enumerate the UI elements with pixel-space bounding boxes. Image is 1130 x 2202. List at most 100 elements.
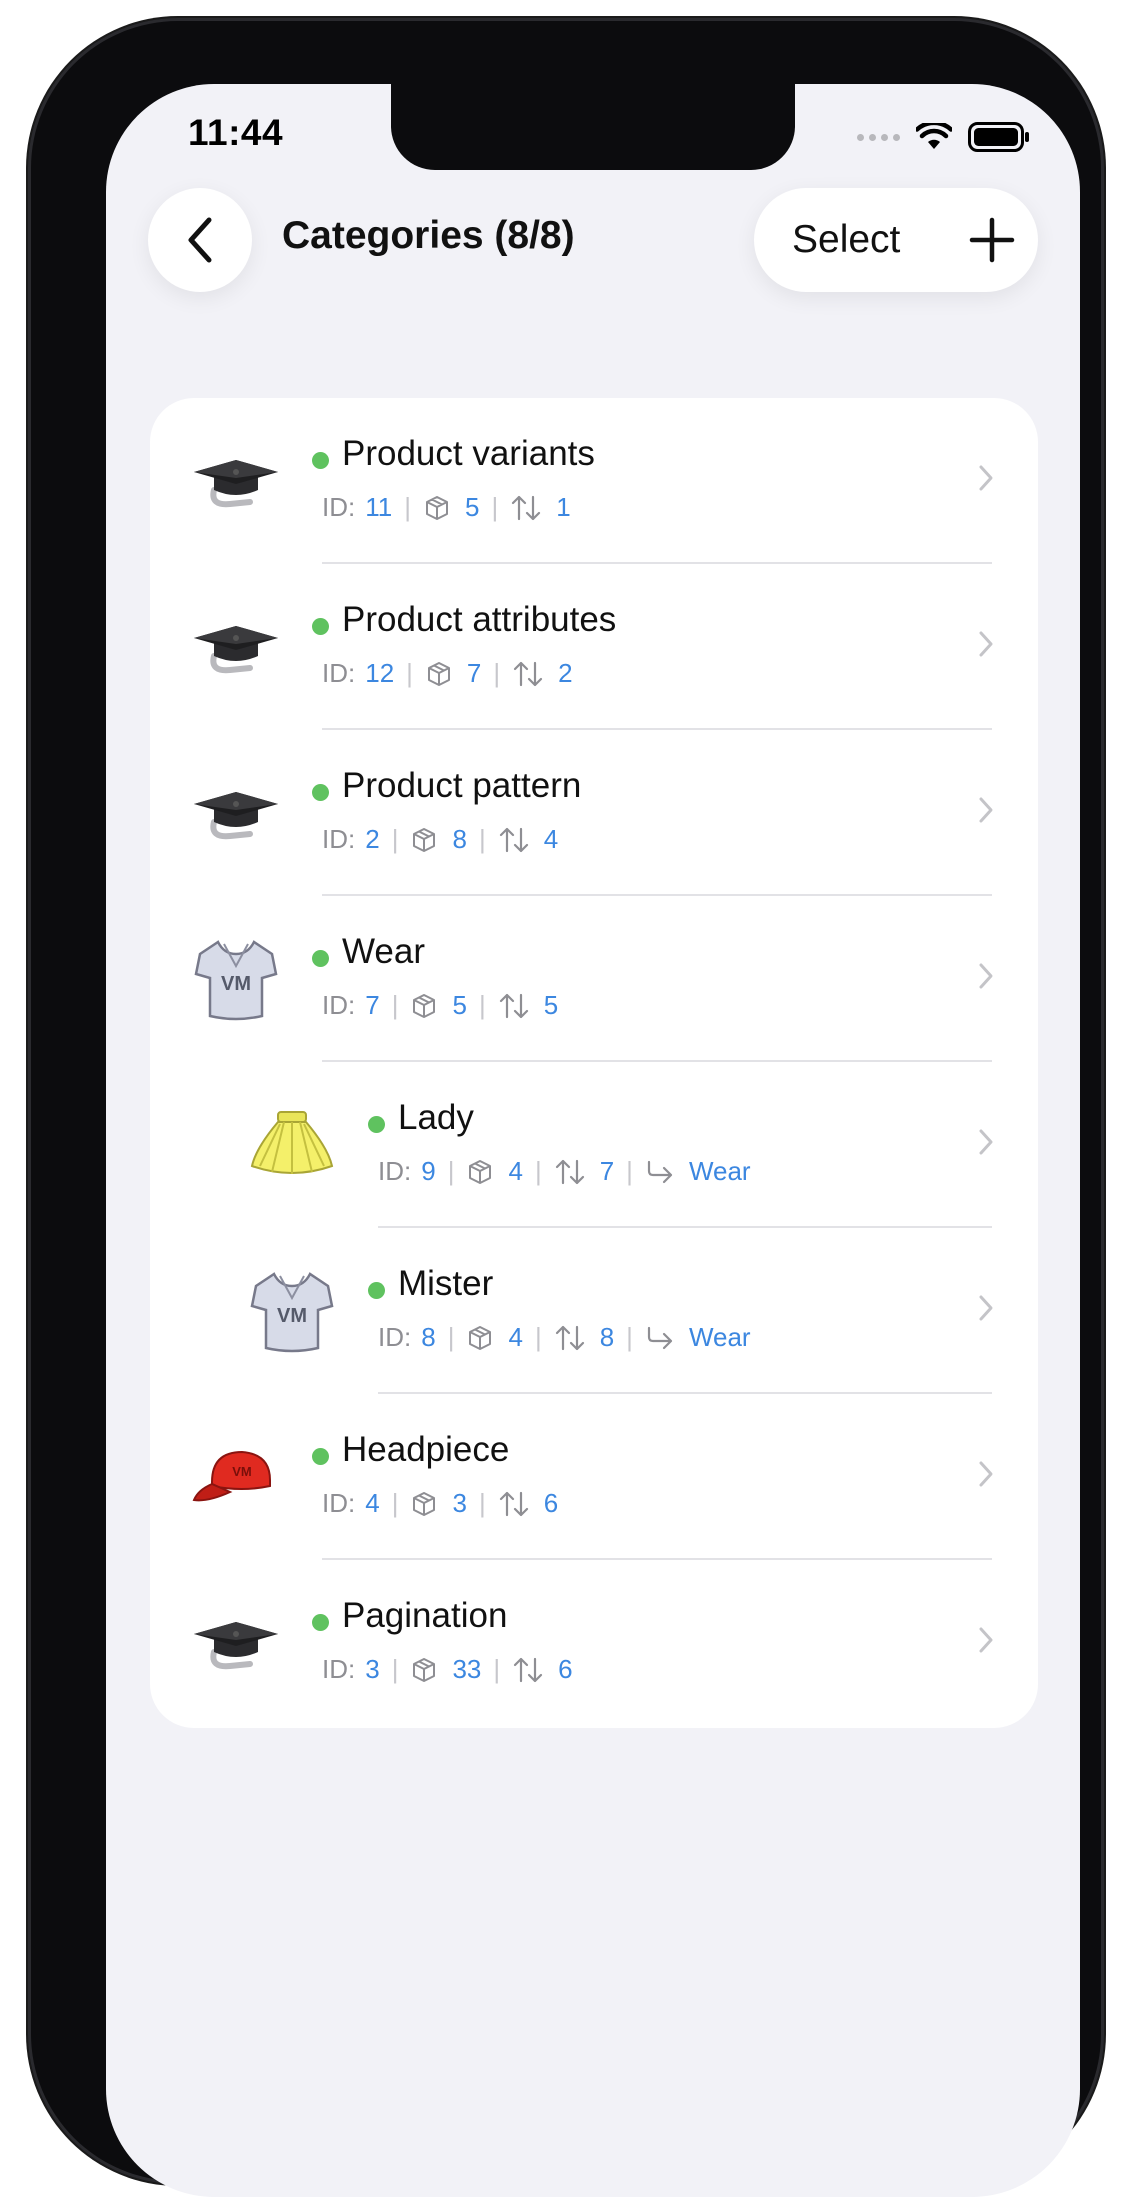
category-row[interactable]: VM Mister ID: 8 | 4 | 8 | Wear (150, 1228, 1038, 1394)
return-arrow-icon (645, 1159, 675, 1185)
category-row[interactable]: Lady ID: 9 | 4 | 7 | Wear (150, 1062, 1038, 1228)
battery-icon (968, 122, 1030, 152)
device-notch (391, 84, 795, 170)
id-label: ID: (378, 1156, 412, 1186)
box-icon (410, 1490, 438, 1518)
category-row[interactable]: Product variants ID: 11 | 5 | 1 (150, 398, 1038, 564)
category-row[interactable]: Product attributes ID: 12 | 7 | 2 (150, 564, 1038, 730)
box-icon (410, 1656, 438, 1684)
category-name: Product attributes (342, 600, 617, 639)
category-id: 3 (365, 1654, 380, 1684)
sort-arrows-icon (498, 1490, 530, 1518)
sort-arrows-icon (512, 1656, 544, 1684)
chevron-right-icon (978, 962, 994, 995)
category-meta: ID: 2 | 8 | 4 (322, 824, 559, 854)
chevron-right-icon (978, 464, 994, 497)
category-meta: ID: 7 | 5 | 5 (322, 990, 559, 1020)
box-icon (466, 1324, 494, 1352)
id-label: ID: (322, 990, 356, 1020)
id-label: ID: (322, 1654, 356, 1684)
category-id: 2 (365, 824, 380, 854)
category-meta: ID: 12 | 7 | 2 (322, 658, 573, 688)
sort-arrows-icon (554, 1158, 586, 1186)
tshirt-icon: VM (190, 932, 282, 1024)
category-id: 12 (365, 658, 395, 688)
category-id: 4 (365, 1488, 380, 1518)
return-arrow-icon (645, 1325, 675, 1351)
product-count: 4 (508, 1156, 523, 1186)
category-row[interactable]: VM Wear ID: 7 | 5 | 5 (150, 896, 1038, 1062)
parent-category: Wear (688, 1322, 751, 1352)
chevron-right-icon (978, 1626, 994, 1659)
skirt-icon (246, 1098, 338, 1190)
graduation-cap-icon (190, 600, 282, 692)
box-icon (410, 826, 438, 854)
device-frame: 11:44 Categories (8/8) Select Product va… (28, 18, 1104, 2197)
status-dot (312, 618, 329, 635)
product-count: 33 (452, 1654, 482, 1684)
sort-arrows-icon (498, 992, 530, 1020)
product-count: 4 (508, 1322, 523, 1352)
category-id: 8 (421, 1322, 436, 1352)
status-dot (312, 1448, 329, 1465)
product-count: 7 (466, 658, 482, 688)
id-label: ID: (378, 1322, 412, 1352)
svg-text:VM: VM (232, 1464, 252, 1479)
page-title: Categories (8/8) (282, 214, 575, 257)
sort-order: 6 (543, 1488, 559, 1518)
back-button[interactable] (148, 188, 252, 292)
status-dot (312, 950, 329, 967)
chevron-right-icon (978, 1128, 994, 1161)
sort-order: 4 (543, 824, 559, 854)
sort-order: 2 (558, 658, 573, 688)
select-button[interactable]: Select (792, 218, 900, 262)
chevron-right-icon (978, 1294, 994, 1327)
category-row[interactable]: Product pattern ID: 2 | 8 | 4 (150, 730, 1038, 896)
sort-order: 7 (599, 1156, 615, 1186)
category-row[interactable]: Pagination ID: 3 | 33 | 6 (150, 1560, 1038, 1726)
sort-arrows-icon (554, 1324, 586, 1352)
product-count: 8 (452, 824, 467, 854)
category-name: Mister (398, 1264, 494, 1303)
category-name: Product variants (342, 434, 595, 473)
category-id: 9 (421, 1156, 436, 1186)
chevron-left-icon (188, 217, 212, 263)
category-name: Lady (398, 1098, 474, 1137)
id-label: ID: (322, 824, 356, 854)
app-screen: 11:44 Categories (8/8) Select Product va… (106, 84, 1080, 2197)
chevron-right-icon (978, 1460, 994, 1493)
product-count: 5 (465, 492, 480, 522)
category-row[interactable]: VM Headpiece ID: 4 | 3 | 6 (150, 1394, 1038, 1560)
add-category-button[interactable] (966, 214, 1018, 271)
tshirt-icon: VM (246, 1264, 338, 1356)
sort-arrows-icon (510, 494, 542, 522)
id-label: ID: (322, 658, 356, 688)
graduation-cap-icon (190, 766, 282, 858)
sort-order: 8 (599, 1322, 615, 1352)
nav-actions: Select (754, 188, 1038, 292)
status-dot (312, 452, 329, 469)
plus-icon (969, 217, 1015, 263)
category-meta: ID: 9 | 4 | 7 | Wear (378, 1156, 751, 1186)
category-name: Product pattern (342, 766, 582, 805)
status-time: 11:44 (188, 112, 284, 153)
svg-text:VM: VM (221, 973, 251, 995)
category-id: 7 (365, 990, 380, 1020)
chevron-right-icon (978, 796, 994, 829)
status-dot (368, 1282, 385, 1299)
sort-order: 6 (558, 1654, 573, 1684)
graduation-cap-icon (190, 434, 282, 526)
wifi-icon (916, 123, 952, 151)
box-icon (466, 1158, 494, 1186)
categories-list: Product variants ID: 11 | 5 | 1 Product attribu… (150, 398, 1038, 1728)
status-dot (368, 1116, 385, 1133)
graduation-cap-icon (190, 1596, 282, 1688)
chevron-right-icon (978, 630, 994, 663)
box-icon (425, 660, 453, 688)
status-dot (312, 1614, 329, 1631)
parent-category: Wear (688, 1156, 751, 1186)
product-count: 5 (452, 990, 467, 1020)
status-dot (312, 784, 329, 801)
category-name: Headpiece (342, 1430, 510, 1469)
id-label: ID: (322, 492, 356, 522)
